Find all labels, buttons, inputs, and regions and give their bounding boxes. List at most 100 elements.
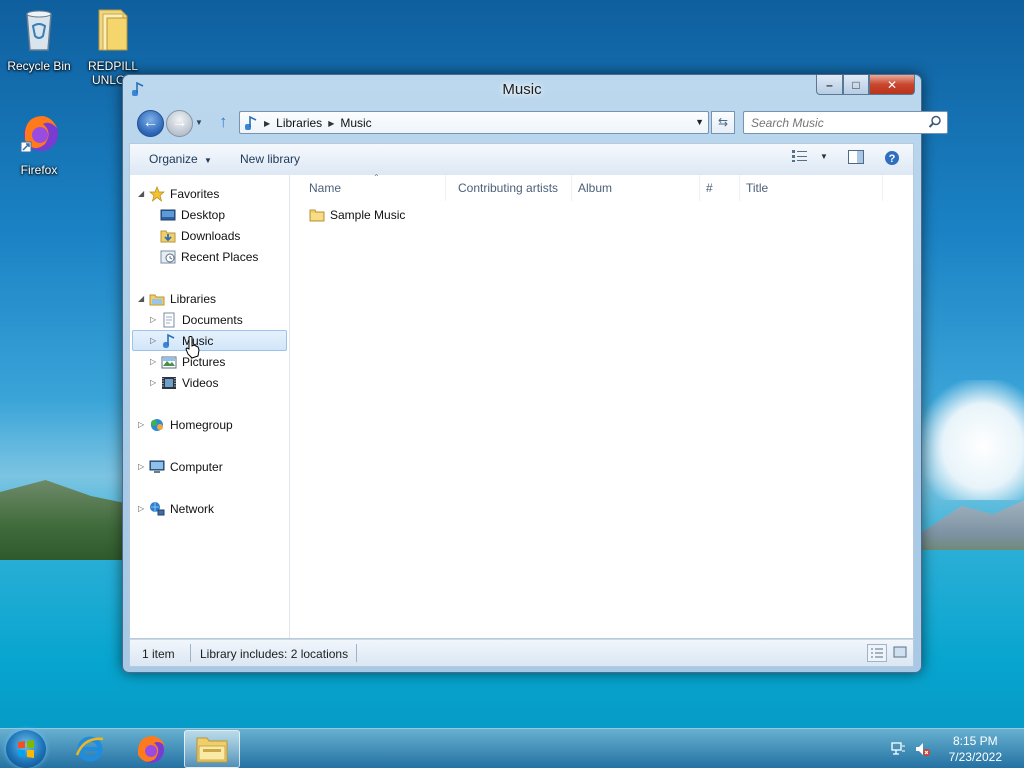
nav-item-videos[interactable]: ▷ Videos xyxy=(150,372,218,393)
computer-icon xyxy=(149,460,165,473)
breadcrumb: ▶ Libraries ▶ Music xyxy=(264,116,372,130)
chevron-right-icon[interactable]: ▶ xyxy=(328,119,334,128)
nav-item-music[interactable]: ▷ Music xyxy=(132,330,287,351)
nav-network-label: Network xyxy=(170,501,215,516)
sort-ascending-icon: ⌃ xyxy=(373,173,380,182)
svg-text:?: ? xyxy=(889,153,896,165)
nav-item-label: Downloads xyxy=(181,228,241,243)
minimize-button[interactable]: – xyxy=(816,75,843,95)
large-icons-view-button[interactable] xyxy=(891,644,909,662)
desktop-scenery-mountain xyxy=(0,480,130,560)
new-library-button[interactable]: New library xyxy=(240,152,300,166)
breadcrumb-libraries[interactable]: Libraries xyxy=(276,116,322,130)
collapsed-triangle-icon[interactable]: ▷ xyxy=(150,336,160,345)
pictures-icon xyxy=(161,356,177,368)
windows-explorer-icon xyxy=(196,737,228,763)
back-arrow-icon: ← xyxy=(142,114,159,131)
taskbar-windows-explorer[interactable] xyxy=(184,730,240,768)
forward-arrow-icon: → xyxy=(171,114,188,131)
taskbar-clock[interactable]: 8:15 PM 7/23/2022 xyxy=(949,733,1002,765)
collapsed-triangle-icon[interactable]: ▷ xyxy=(138,462,148,471)
breadcrumb-music[interactable]: Music xyxy=(340,116,371,130)
nav-favorites[interactable]: ◢ Favorites xyxy=(138,183,219,204)
folder-icon xyxy=(98,9,128,51)
column-header-title[interactable]: Title xyxy=(740,175,883,201)
taskbar-internet-explorer[interactable] xyxy=(62,730,118,768)
nav-item-downloads[interactable]: Downloads xyxy=(160,225,240,246)
collapsed-triangle-icon[interactable]: ▷ xyxy=(150,357,160,366)
taskbar: 8:15 PM 7/23/2022 xyxy=(0,728,1024,768)
nav-network[interactable]: ▷ Network xyxy=(138,498,214,519)
nav-item-label: Videos xyxy=(182,375,219,390)
desktop-scenery-mountain-right xyxy=(920,500,1024,550)
details-view-button[interactable] xyxy=(867,644,887,662)
search-icon[interactable] xyxy=(928,115,942,129)
nav-item-desktop[interactable]: Desktop xyxy=(160,204,225,225)
search-input[interactable] xyxy=(751,113,921,132)
nav-computer-label: Computer xyxy=(170,459,223,474)
column-header-album[interactable]: Album xyxy=(572,175,700,201)
chevron-down-icon[interactable]: ▼ xyxy=(695,117,704,127)
libraries-icon xyxy=(149,294,165,305)
firefox-icon xyxy=(20,116,58,153)
recent-places-icon xyxy=(160,250,176,263)
network-tray-icon[interactable] xyxy=(890,741,906,757)
search-box xyxy=(743,111,948,134)
collapsed-triangle-icon[interactable]: ▷ xyxy=(138,420,148,429)
music-library-icon xyxy=(245,115,257,130)
desktop-icon-recycle-bin[interactable]: Recycle Bin xyxy=(0,6,78,73)
refresh-button[interactable]: ⇆ xyxy=(711,111,735,134)
close-button[interactable]: ✕ xyxy=(869,75,915,95)
chevron-right-icon[interactable]: ▶ xyxy=(264,119,270,128)
collapsed-triangle-icon[interactable]: ▷ xyxy=(138,504,148,513)
expanded-triangle-icon[interactable]: ◢ xyxy=(138,189,148,198)
nav-computer[interactable]: ▷ Computer xyxy=(138,456,223,477)
forward-button[interactable]: → xyxy=(166,110,193,137)
desktop-icon-firefox[interactable]: Firefox xyxy=(0,110,78,177)
clock-date: 7/23/2022 xyxy=(948,750,1002,764)
change-view-button[interactable]: ▼ xyxy=(792,150,828,162)
music-icon xyxy=(163,333,175,348)
desktop-icon-label: Recycle Bin xyxy=(7,59,71,73)
start-button[interactable] xyxy=(6,730,46,768)
nav-libraries[interactable]: ◢ Libraries xyxy=(138,288,216,309)
internet-explorer-icon xyxy=(75,736,104,762)
desktop-icon-label: Firefox xyxy=(20,163,58,177)
nav-item-label: Recent Places xyxy=(181,249,259,264)
details-view-icon xyxy=(871,648,883,658)
column-header-contributing-artists[interactable]: Contributing artists xyxy=(452,175,572,201)
recycle-bin-icon xyxy=(26,10,52,51)
collapsed-triangle-icon[interactable]: ▷ xyxy=(150,378,160,387)
file-item[interactable]: Sample Music xyxy=(309,207,405,223)
documents-icon xyxy=(163,312,175,327)
help-button[interactable]: ? xyxy=(884,150,900,166)
up-arrow-icon: ↑ xyxy=(219,112,228,131)
organize-button[interactable]: Organize ▼ xyxy=(149,152,212,166)
downloads-folder-icon xyxy=(160,230,176,242)
column-header-name[interactable]: Name ⌃ xyxy=(303,173,446,201)
up-button[interactable]: ↑ xyxy=(219,112,228,132)
preview-pane-button[interactable] xyxy=(848,150,864,164)
recent-pages-dropdown[interactable]: ▼ xyxy=(195,118,203,127)
nav-item-documents[interactable]: ▷ Documents xyxy=(150,309,243,330)
maximize-button[interactable]: □ xyxy=(843,75,869,95)
collapsed-triangle-icon[interactable]: ▷ xyxy=(150,315,160,324)
nav-homegroup[interactable]: ▷ Homegroup xyxy=(138,414,233,435)
volume-muted-icon[interactable] xyxy=(914,741,930,757)
windows-logo-icon xyxy=(18,740,34,758)
taskbar-firefox[interactable] xyxy=(123,730,179,768)
back-button[interactable]: ← xyxy=(137,110,164,137)
window-title: Music xyxy=(502,81,542,98)
firefox-icon xyxy=(138,736,165,763)
navigation-pane: ◢ Favorites Desktop Downloads Recent Pla… xyxy=(130,175,290,638)
nav-item-recent-places[interactable]: Recent Places xyxy=(160,246,258,267)
nav-libraries-label: Libraries xyxy=(170,291,217,306)
status-library-info: Library includes: 2 locations xyxy=(200,647,349,661)
command-bar: Organize ▼ New library ▼ ? xyxy=(129,143,914,175)
expanded-triangle-icon[interactable]: ◢ xyxy=(138,294,148,303)
desktop-icon xyxy=(160,209,176,220)
address-bar[interactable]: ▶ Libraries ▶ Music ▼ xyxy=(239,111,709,134)
status-item-count: 1 item xyxy=(142,647,175,661)
column-header-number[interactable]: # xyxy=(700,175,740,201)
homegroup-icon xyxy=(151,418,163,431)
